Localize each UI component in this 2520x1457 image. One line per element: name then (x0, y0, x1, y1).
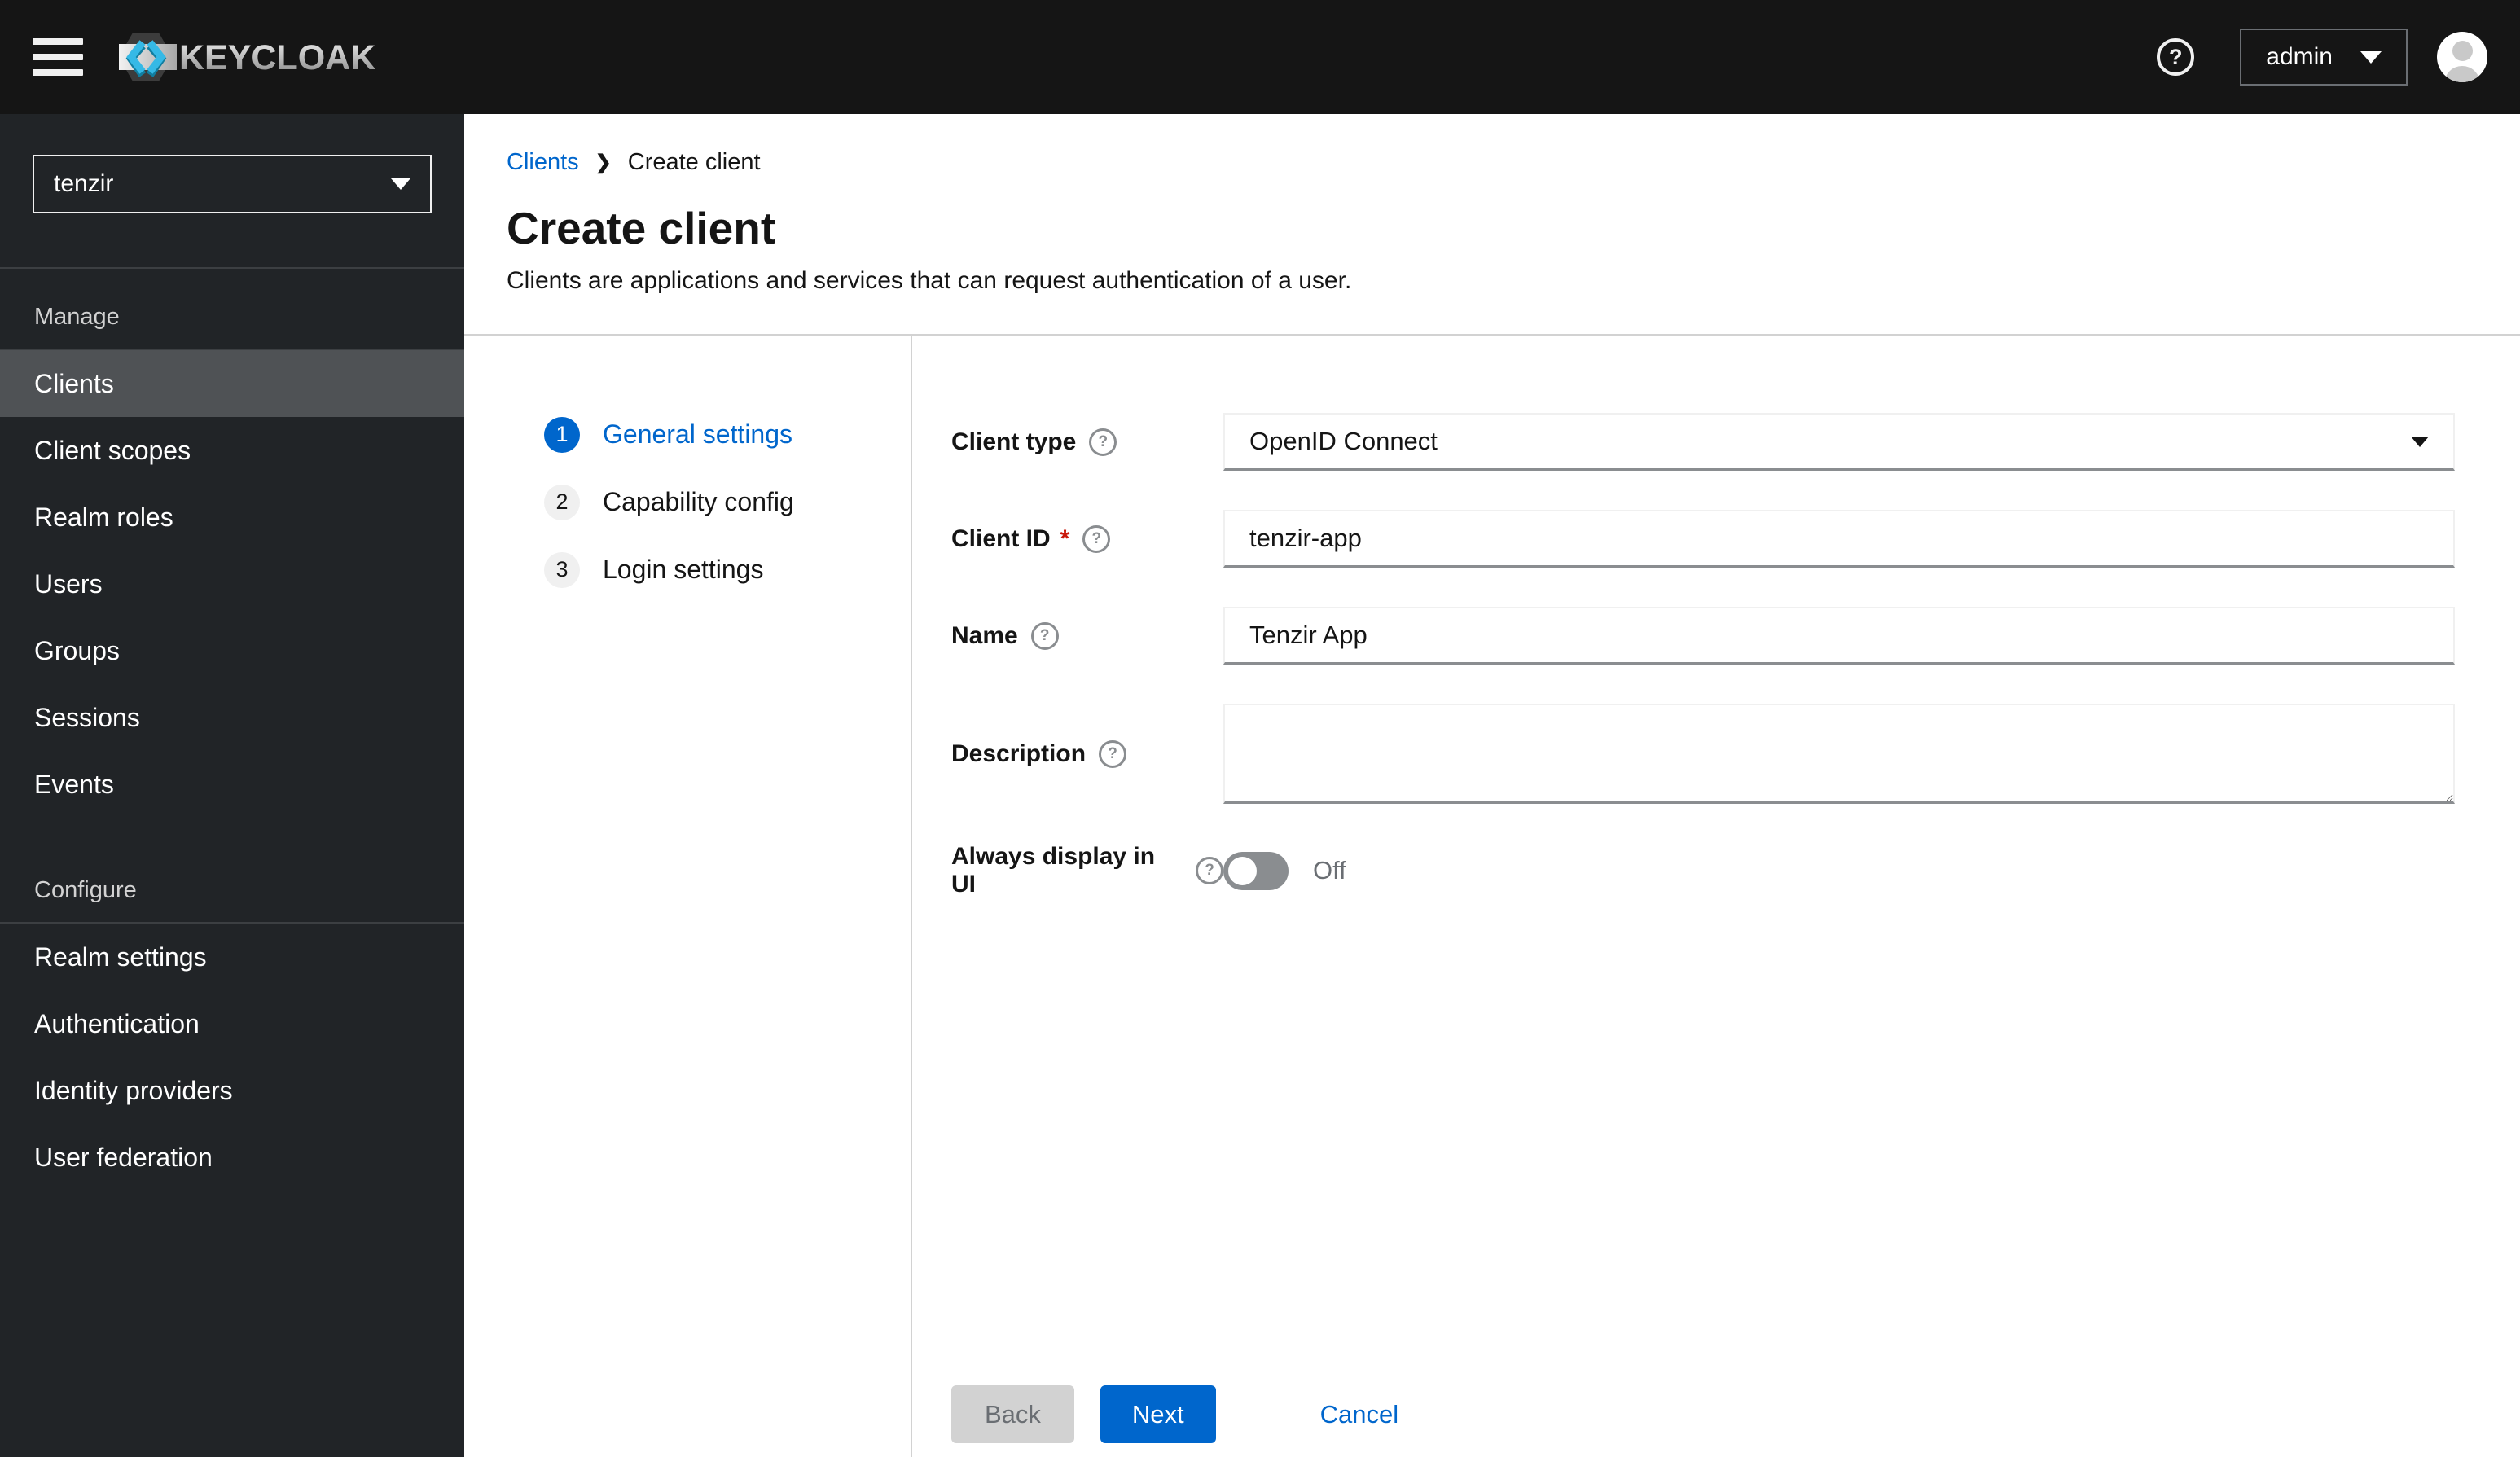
chevron-down-icon (2411, 436, 2429, 447)
wizard-actions: Back Next Cancel (951, 1385, 2455, 1443)
help-icon[interactable]: ? (2157, 38, 2195, 76)
masthead-toolbar: ? admin (2157, 29, 2487, 86)
page-header: Clients ❯ Create client Create client Cl… (464, 114, 2520, 336)
always-display-toggle[interactable] (1223, 851, 1289, 890)
create-client-form: Client type ? OpenID Connect Client ID *… (911, 336, 2520, 1457)
wizard-step-login-settings[interactable]: 3 Login settings (544, 536, 911, 603)
step-number-badge: 1 (544, 416, 580, 453)
name-input[interactable] (1223, 607, 2455, 665)
breadcrumb-clients-link[interactable]: Clients (507, 149, 579, 176)
help-icon[interactable]: ? (1089, 428, 1117, 456)
wizard-nav: 1 General settings 2 Capability config 3… (464, 336, 911, 1457)
help-icon[interactable]: ? (1030, 621, 1059, 650)
sidebar-item-groups[interactable]: Groups (0, 617, 464, 684)
user-menu-label: admin (2266, 43, 2333, 70)
sidebar-item-user-federation[interactable]: User federation (0, 1124, 464, 1191)
sidebar-item-sessions[interactable]: Sessions (0, 684, 464, 751)
back-button[interactable]: Back (951, 1385, 1074, 1443)
step-number-badge: 2 (544, 484, 580, 520)
toggle-state-label: Off (1313, 856, 1346, 884)
sidebar-item-authentication[interactable]: Authentication (0, 990, 464, 1057)
client-type-label: Client type (951, 428, 1077, 455)
brand-wordmark: KEYCLOAK (179, 38, 375, 77)
breadcrumb: Clients ❯ Create client (507, 149, 2520, 176)
always-display-label: Always display in UI (951, 843, 1156, 897)
description-textarea[interactable] (1223, 704, 2455, 804)
nav-section-manage: Manage (0, 269, 464, 350)
sidebar-item-events[interactable]: Events (0, 751, 464, 818)
sidebar-item-client-scopes[interactable]: Client scopes (0, 417, 464, 484)
step-number-badge: 3 (544, 551, 580, 588)
keycloak-logo[interactable]: KEYCLOAK (119, 30, 380, 84)
toggle-knob (1228, 856, 1257, 885)
avatar-body-icon (2444, 66, 2480, 82)
sidebar-item-users[interactable]: Users (0, 551, 464, 617)
help-icon[interactable]: ? (1099, 739, 1127, 768)
chevron-right-icon: ❯ (595, 151, 612, 173)
avatar-head-icon (2452, 41, 2473, 61)
chevron-down-icon (391, 178, 410, 190)
keycloak-logo-image: KEYCLOAK (119, 33, 375, 81)
sidebar-item-identity-providers[interactable]: Identity providers (0, 1057, 464, 1124)
help-icon[interactable]: ? (1196, 857, 1223, 884)
sidebar-item-clients[interactable]: Clients (0, 350, 464, 417)
sidebar-item-realm-settings[interactable]: Realm settings (0, 924, 464, 990)
user-menu-dropdown[interactable]: admin (2240, 29, 2408, 86)
wizard-step-capability-config[interactable]: 2 Capability config (544, 468, 911, 536)
name-label: Name (951, 621, 1018, 649)
page-subtitle: Clients are applications and services th… (507, 267, 1352, 294)
client-type-select[interactable]: OpenID Connect (1223, 413, 2455, 471)
next-button[interactable]: Next (1100, 1385, 1216, 1443)
sidebar-nav: Manage Clients Client scopes Realm roles… (0, 267, 464, 1191)
nav-section-configure: Configure (0, 842, 464, 924)
sidebar: tenzir Manage Clients Client scopes Real… (0, 114, 464, 1457)
help-icon[interactable]: ? (1082, 524, 1111, 553)
required-asterisk: * (1060, 524, 1070, 552)
wizard-step-general-settings[interactable]: 1 General settings (544, 401, 911, 468)
client-id-label: Client ID (951, 524, 1051, 552)
description-label: Description (951, 739, 1087, 767)
content-area: Clients ❯ Create client Create client Cl… (464, 114, 2520, 1457)
cancel-button[interactable]: Cancel (1320, 1385, 1399, 1443)
page-title: Create client (507, 203, 776, 253)
realm-selector-label: tenzir (54, 170, 114, 197)
avatar[interactable] (2437, 32, 2487, 82)
chevron-down-icon (2360, 50, 2382, 64)
client-id-input[interactable] (1223, 510, 2455, 568)
breadcrumb-current: Create client (627, 149, 761, 175)
masthead: KEYCLOAK ? admin (0, 0, 2520, 114)
hamburger-menu-icon[interactable] (33, 38, 83, 76)
sidebar-item-realm-roles[interactable]: Realm roles (0, 484, 464, 551)
realm-selector[interactable]: tenzir (33, 155, 432, 213)
